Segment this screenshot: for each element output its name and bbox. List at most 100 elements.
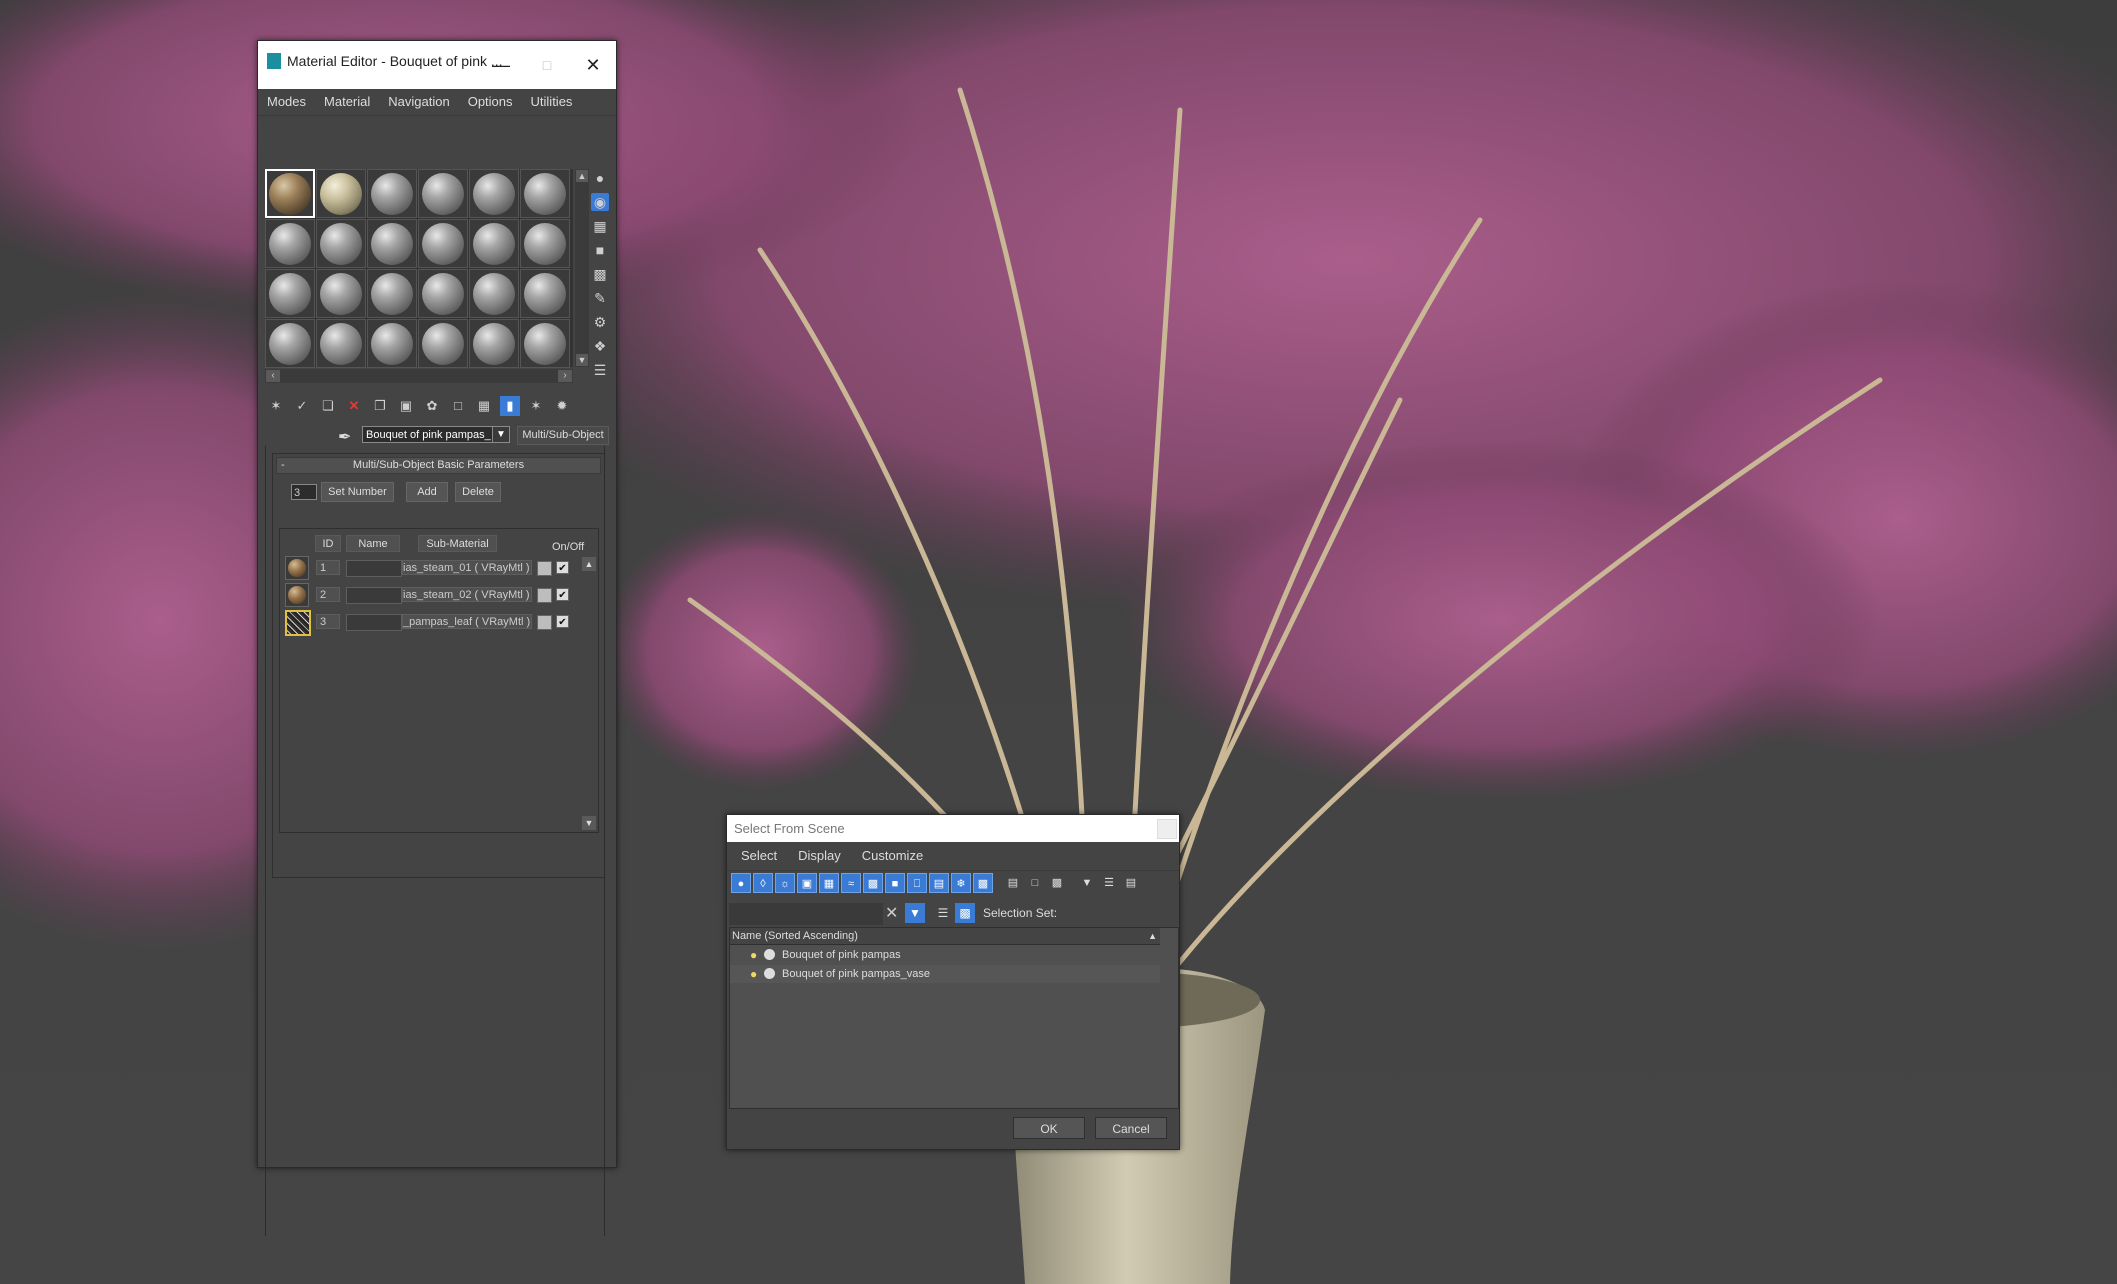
sample-slot[interactable] bbox=[367, 319, 417, 368]
delete-button[interactable]: Delete bbox=[455, 482, 501, 502]
display-geometry-icon[interactable]: ● bbox=[731, 873, 751, 893]
put-to-scene-icon[interactable]: ✓ bbox=[292, 396, 312, 416]
toolbar-options-icon[interactable]: ▤ bbox=[1121, 873, 1141, 893]
display-space-warps-icon[interactable]: ≈ bbox=[841, 873, 861, 893]
reset-map-icon[interactable]: ✕ bbox=[344, 396, 364, 416]
select-all-icon[interactable]: ▤ bbox=[1003, 873, 1023, 893]
sub-material-on-checkbox[interactable]: ✔ bbox=[556, 615, 569, 628]
dialog-titlebar[interactable]: Select From Scene bbox=[727, 815, 1179, 842]
assign-to-selection-icon[interactable]: ❏ bbox=[318, 396, 338, 416]
select-none-icon[interactable]: □ bbox=[1025, 873, 1045, 893]
go-forward-sibling-icon[interactable]: ✹ bbox=[552, 396, 572, 416]
collapse-icon[interactable]: - bbox=[281, 458, 285, 473]
column-header-name[interactable]: Name bbox=[346, 535, 400, 552]
menu-display[interactable]: Display bbox=[784, 842, 848, 870]
make-unique-icon[interactable]: ▣ bbox=[396, 396, 416, 416]
sample-slot[interactable] bbox=[418, 219, 468, 268]
material-editor-titlebar[interactable]: Material Editor - Bouquet of pink ... — … bbox=[258, 41, 616, 89]
material-editor-window[interactable]: Material Editor - Bouquet of pink ... — … bbox=[257, 40, 617, 1236]
close-button[interactable]: ✕ bbox=[570, 41, 616, 89]
material-map-navigator-icon[interactable]: ☰ bbox=[591, 361, 609, 379]
list-item[interactable]: ● Bouquet of pink pampas_vase bbox=[730, 965, 1160, 983]
filter-icon[interactable]: ▼ bbox=[1077, 873, 1097, 893]
scroll-right-icon[interactable]: › bbox=[558, 370, 572, 382]
sub-material-on-checkbox[interactable]: ✔ bbox=[556, 588, 569, 601]
display-helpers-icon[interactable]: ▦ bbox=[819, 873, 839, 893]
sample-slot[interactable] bbox=[316, 219, 366, 268]
make-preview-icon[interactable]: ✎ bbox=[591, 289, 609, 307]
sample-slot[interactable] bbox=[367, 169, 417, 218]
sample-slot[interactable] bbox=[418, 319, 468, 368]
light-bulb-icon[interactable]: ● bbox=[750, 965, 757, 983]
sub-material-button[interactable]: _pampas_leaf ( VRayMtl ) bbox=[402, 614, 532, 629]
light-bulb-icon[interactable]: ● bbox=[750, 946, 757, 964]
clear-search-icon[interactable]: ✕ bbox=[885, 903, 898, 923]
sub-material-color-swatch[interactable] bbox=[537, 615, 552, 630]
sub-material-thumbnail[interactable] bbox=[285, 556, 309, 580]
table-scroll-down-icon[interactable]: ▼ bbox=[582, 816, 596, 830]
sample-slot[interactable] bbox=[418, 169, 468, 218]
material-id-channel-icon[interactable]: □ bbox=[448, 396, 468, 416]
sub-material-name-field[interactable] bbox=[346, 614, 402, 631]
sample-slot[interactable] bbox=[520, 169, 570, 218]
object-list[interactable]: Name (Sorted Ascending) ▲ ● Bouquet of p… bbox=[729, 927, 1179, 1109]
sample-slot[interactable] bbox=[469, 169, 519, 218]
column-header-name[interactable]: Name (Sorted Ascending) ▲ bbox=[730, 928, 1160, 945]
sample-slot[interactable] bbox=[469, 319, 519, 368]
menu-material[interactable]: Material bbox=[315, 89, 379, 115]
scroll-left-icon[interactable]: ‹ bbox=[266, 370, 280, 382]
sample-slot[interactable] bbox=[265, 269, 315, 318]
sample-slot[interactable] bbox=[418, 269, 468, 318]
slots-horizontal-scrollbar[interactable]: ‹ › bbox=[265, 369, 573, 383]
set-number-input[interactable]: 3 bbox=[291, 484, 317, 500]
display-lights-icon[interactable]: ☼ bbox=[775, 873, 795, 893]
display-hidden-icon[interactable]: ▩ bbox=[973, 873, 993, 893]
hierarchy-icon[interactable]: ▩ bbox=[955, 903, 975, 923]
sample-slot[interactable] bbox=[520, 319, 570, 368]
menu-navigation[interactable]: Navigation bbox=[379, 89, 458, 115]
select-by-material-icon[interactable]: ❖ bbox=[591, 337, 609, 355]
get-material-icon[interactable]: ✶ bbox=[266, 396, 286, 416]
sample-slot[interactable] bbox=[469, 219, 519, 268]
copy-material-icon[interactable]: ❐ bbox=[370, 396, 390, 416]
filter-options-icon[interactable]: ☰ bbox=[1099, 873, 1119, 893]
sub-material-color-swatch[interactable] bbox=[537, 561, 552, 576]
put-to-library-icon[interactable]: ✿ bbox=[422, 396, 442, 416]
chevron-down-icon[interactable]: ▼ bbox=[492, 427, 509, 442]
sub-material-id[interactable]: 1 bbox=[316, 560, 340, 575]
column-header-sub-material[interactable]: Sub-Material bbox=[418, 535, 497, 552]
ok-button[interactable]: OK bbox=[1013, 1117, 1085, 1139]
search-input[interactable] bbox=[729, 903, 883, 925]
sub-material-color-swatch[interactable] bbox=[537, 588, 552, 603]
list-item[interactable]: ● Bouquet of pink pampas bbox=[730, 946, 1160, 964]
menu-modes[interactable]: Modes bbox=[258, 89, 315, 115]
menu-select[interactable]: Select bbox=[727, 842, 784, 870]
scroll-up-icon[interactable]: ▲ bbox=[576, 170, 588, 182]
sample-type-icon[interactable]: ● bbox=[591, 169, 609, 187]
show-shaded-map-icon[interactable]: ▦ bbox=[474, 396, 494, 416]
sample-slot[interactable] bbox=[316, 269, 366, 318]
backlight-icon[interactable]: ◉ bbox=[591, 193, 609, 211]
material-type-button[interactable]: Multi/Sub-Object bbox=[517, 426, 609, 445]
material-name-field[interactable]: Bouquet of pink pampas_ ▼ bbox=[362, 426, 510, 443]
invert-selection-icon[interactable]: ▩ bbox=[1047, 873, 1067, 893]
sub-material-on-checkbox[interactable]: ✔ bbox=[556, 561, 569, 574]
sample-slot[interactable] bbox=[265, 319, 315, 368]
set-number-button[interactable]: Set Number bbox=[321, 482, 394, 502]
scroll-down-icon[interactable]: ▼ bbox=[576, 354, 588, 366]
video-color-check-icon[interactable]: ▩ bbox=[591, 265, 609, 283]
display-containers-icon[interactable]: ▤ bbox=[929, 873, 949, 893]
sub-material-button[interactable]: ias_steam_02 ( VRayMtl ) bbox=[402, 587, 532, 602]
cancel-button[interactable]: Cancel bbox=[1095, 1117, 1167, 1139]
maximize-button[interactable]: □ bbox=[524, 41, 570, 89]
eyedropper-icon[interactable]: ✒ bbox=[338, 427, 351, 447]
sample-slot[interactable] bbox=[316, 169, 366, 218]
table-scroll-up-icon[interactable]: ▲ bbox=[582, 557, 596, 571]
sample-slot[interactable] bbox=[469, 269, 519, 318]
sub-material-name-field[interactable] bbox=[346, 587, 402, 604]
minimize-button[interactable]: — bbox=[478, 41, 524, 89]
menu-utilities[interactable]: Utilities bbox=[522, 89, 582, 115]
sample-slot[interactable] bbox=[367, 219, 417, 268]
filter-sort-icon[interactable]: ▼ bbox=[905, 903, 925, 923]
sample-slot[interactable] bbox=[367, 269, 417, 318]
